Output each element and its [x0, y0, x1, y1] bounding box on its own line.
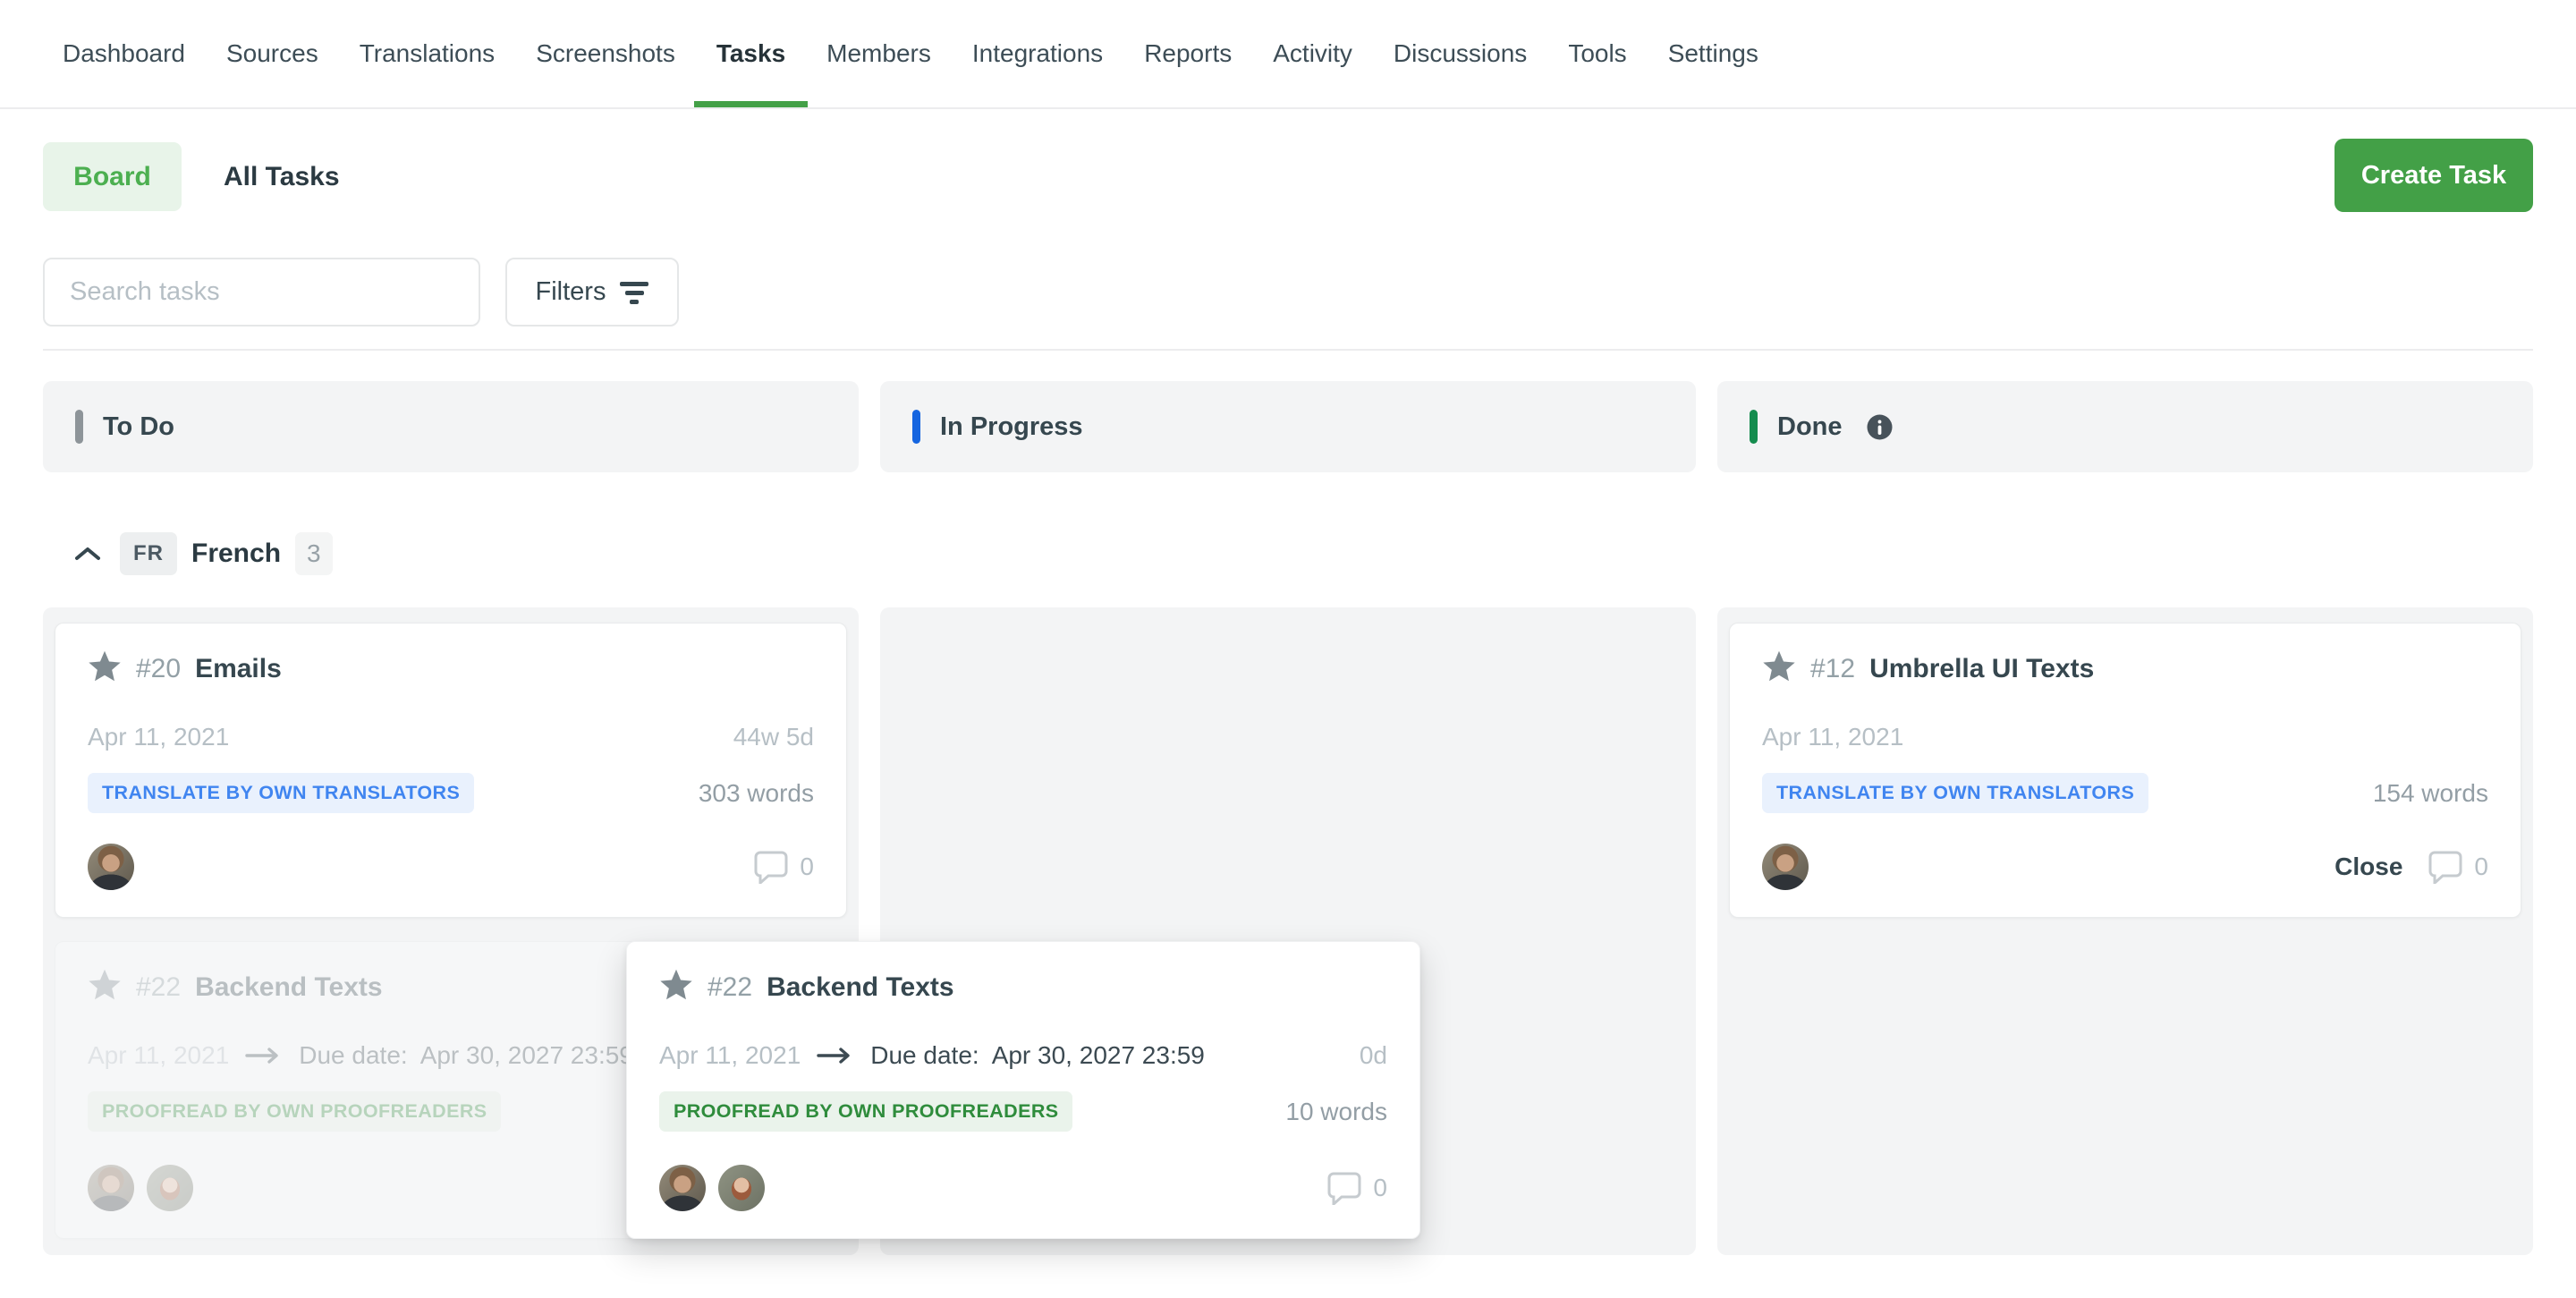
task-title: Umbrella UI Texts [1869, 654, 2094, 684]
nav-item-discussions[interactable]: Discussions [1394, 0, 1527, 107]
nav-item-tools[interactable]: Tools [1568, 0, 1626, 107]
column-headers: To Do In Progress Done [43, 381, 2533, 472]
due-date-value: Apr 30, 2027 23:59 [420, 1041, 633, 1070]
comment-icon [2428, 850, 2463, 884]
filter-icon [620, 282, 648, 304]
nav-item-reports[interactable]: Reports [1144, 0, 1232, 107]
task-type-badge: TRANSLATE BY OWN TRANSLATORS [88, 773, 474, 813]
star-icon[interactable] [1762, 650, 1796, 687]
comments-control[interactable]: 0 [753, 850, 814, 884]
task-created-date: Apr 11, 2021 [1762, 723, 1903, 751]
due-date-label: Due date: [870, 1041, 979, 1070]
nav-item-tasks[interactable]: Tasks [716, 0, 785, 107]
in-progress-column-label: In Progress [940, 412, 1083, 442]
nav-item-activity[interactable]: Activity [1273, 0, 1352, 107]
comments-control[interactable]: 0 [1326, 1171, 1387, 1205]
tab-board[interactable]: Board [43, 142, 182, 211]
assignee-avatar [88, 1165, 134, 1211]
language-group-header: FR French 3 [43, 531, 333, 576]
tab-all-tasks[interactable]: All Tasks [208, 142, 356, 211]
todo-color-bar [75, 410, 83, 444]
due-date-value: Apr 30, 2027 23:59 [992, 1041, 1205, 1070]
comment-icon [753, 850, 789, 884]
comments-control[interactable]: 0 [2428, 850, 2488, 884]
assignee-avatar [88, 844, 134, 890]
task-card-22-backend-texts-dragging[interactable]: #22 Backend Texts Apr 11, 2021 Due date:… [626, 941, 1420, 1239]
comment-count: 0 [2474, 853, 2488, 881]
done-column-label: Done [1777, 412, 1843, 442]
comment-count: 0 [800, 853, 814, 881]
nav-item-integrations[interactable]: Integrations [972, 0, 1103, 107]
search-input[interactable] [43, 258, 480, 327]
done-color-bar [1750, 410, 1758, 444]
star-icon[interactable] [88, 650, 122, 687]
task-id: #12 [1810, 654, 1855, 684]
task-type-badge: PROOFREAD BY OWN PROOFREADERS [88, 1091, 501, 1132]
assignee-avatar [147, 1165, 193, 1211]
assignee-avatar [659, 1165, 706, 1211]
create-task-button[interactable]: Create Task [2334, 139, 2533, 212]
due-date-label: Due date: [299, 1041, 407, 1070]
language-code-badge: FR [120, 532, 177, 575]
task-card-12-umbrella-ui-texts[interactable]: #12 Umbrella UI Texts Apr 11, 2021 TRANS… [1729, 623, 2521, 918]
task-type-badge: TRANSLATE BY OWN TRANSLATORS [1762, 773, 2148, 813]
task-created-date: Apr 11, 2021 [88, 1041, 229, 1070]
task-duration: 44w 5d [733, 723, 814, 751]
star-icon [88, 969, 122, 1005]
column-header-in-progress: In Progress [880, 381, 1696, 472]
task-duration: 0d [1360, 1041, 1387, 1070]
task-id: #22 [136, 972, 181, 1003]
task-type-badge: PROOFREAD BY OWN PROOFREADERS [659, 1091, 1072, 1132]
word-count: 10 words [1285, 1098, 1387, 1126]
column-header-done: Done [1717, 381, 2533, 472]
nav-item-sources[interactable]: Sources [226, 0, 318, 107]
top-navigation: Dashboard Sources Translations Screensho… [0, 0, 2576, 109]
word-count: 154 words [2373, 779, 2488, 808]
nav-item-settings[interactable]: Settings [1668, 0, 1758, 107]
task-title: Emails [195, 654, 282, 684]
filters-label: Filters [536, 277, 606, 307]
nav-item-members[interactable]: Members [826, 0, 931, 107]
word-count: 303 words [699, 779, 814, 808]
task-created-date: Apr 11, 2021 [659, 1041, 801, 1070]
assignee-avatar [1762, 844, 1809, 890]
task-card-20-emails[interactable]: #20 Emails Apr 11, 2021 44w 5d TRANSLATE… [55, 623, 847, 918]
in-progress-color-bar [912, 410, 920, 444]
column-header-todo: To Do [43, 381, 859, 472]
close-task-button[interactable]: Close [2334, 853, 2402, 881]
nav-item-screenshots[interactable]: Screenshots [536, 0, 675, 107]
comment-count: 0 [1373, 1174, 1387, 1202]
nav-item-translations[interactable]: Translations [360, 0, 495, 107]
task-title: Backend Texts [195, 972, 383, 1003]
language-name: French [191, 539, 281, 569]
nav-item-dashboard[interactable]: Dashboard [63, 0, 185, 107]
arrow-right-icon [817, 1047, 854, 1065]
task-id: #20 [136, 654, 181, 684]
toolbar-divider [43, 349, 2533, 351]
task-count-badge: 3 [295, 532, 333, 575]
task-created-date: Apr 11, 2021 [88, 723, 229, 751]
comment-icon [1326, 1171, 1362, 1205]
task-id: #22 [708, 972, 752, 1003]
arrow-right-icon [245, 1047, 283, 1065]
star-icon[interactable] [659, 969, 693, 1005]
todo-column-label: To Do [103, 412, 174, 442]
filters-button[interactable]: Filters [505, 258, 679, 327]
info-icon[interactable] [1866, 413, 1894, 441]
task-title: Backend Texts [767, 972, 954, 1003]
collapse-chevron-icon[interactable] [70, 531, 106, 576]
assignee-avatar [718, 1165, 765, 1211]
